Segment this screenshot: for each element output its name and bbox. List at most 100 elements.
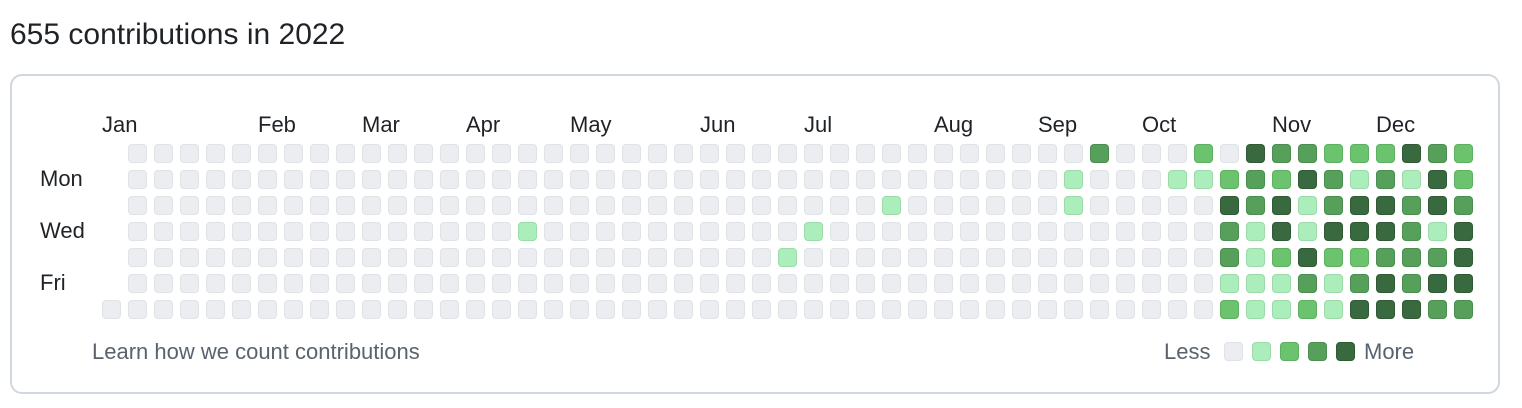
contribution-day-cell[interactable] xyxy=(804,170,823,189)
contribution-day-cell[interactable] xyxy=(778,196,797,215)
contribution-day-cell[interactable] xyxy=(284,196,303,215)
contribution-day-cell[interactable] xyxy=(934,300,953,319)
contribution-day-cell[interactable] xyxy=(622,144,641,163)
contribution-day-cell[interactable] xyxy=(1012,196,1031,215)
contribution-day-cell[interactable] xyxy=(1272,144,1291,163)
contribution-day-cell[interactable] xyxy=(882,170,901,189)
contribution-day-cell[interactable] xyxy=(258,222,277,241)
contribution-day-cell[interactable] xyxy=(518,274,537,293)
contribution-day-cell[interactable] xyxy=(1324,170,1343,189)
contribution-day-cell[interactable] xyxy=(232,170,251,189)
contribution-day-cell[interactable] xyxy=(518,248,537,267)
contribution-day-cell[interactable] xyxy=(804,300,823,319)
contribution-day-cell[interactable] xyxy=(284,274,303,293)
contribution-day-cell[interactable] xyxy=(1090,222,1109,241)
contribution-day-cell[interactable] xyxy=(180,248,199,267)
contribution-day-cell[interactable] xyxy=(232,222,251,241)
contribution-day-cell[interactable] xyxy=(908,274,927,293)
contribution-day-cell[interactable] xyxy=(596,196,615,215)
contribution-day-cell[interactable] xyxy=(596,300,615,319)
contribution-day-cell[interactable] xyxy=(986,274,1005,293)
contribution-day-cell[interactable] xyxy=(856,170,875,189)
contribution-day-cell[interactable] xyxy=(388,144,407,163)
contribution-day-cell[interactable] xyxy=(882,274,901,293)
contribution-day-cell[interactable] xyxy=(700,274,719,293)
contribution-day-cell[interactable] xyxy=(1298,222,1317,241)
contribution-day-cell[interactable] xyxy=(440,144,459,163)
contribution-day-cell[interactable] xyxy=(1064,300,1083,319)
contribution-day-cell[interactable] xyxy=(1376,222,1395,241)
contribution-day-cell[interactable] xyxy=(362,300,381,319)
contribution-day-cell[interactable] xyxy=(336,144,355,163)
contribution-day-cell[interactable] xyxy=(1402,248,1421,267)
contribution-day-cell[interactable] xyxy=(310,170,329,189)
contribution-day-cell[interactable] xyxy=(154,274,173,293)
contribution-day-cell[interactable] xyxy=(128,170,147,189)
contribution-day-cell[interactable] xyxy=(466,170,485,189)
contribution-day-cell[interactable] xyxy=(388,248,407,267)
learn-how-we-count-link[interactable]: Learn how we count contributions xyxy=(92,339,420,365)
contribution-day-cell[interactable] xyxy=(960,248,979,267)
contribution-day-cell[interactable] xyxy=(128,222,147,241)
contribution-day-cell[interactable] xyxy=(674,300,693,319)
contribution-day-cell[interactable] xyxy=(544,248,563,267)
contribution-day-cell[interactable] xyxy=(986,248,1005,267)
contribution-day-cell[interactable] xyxy=(258,196,277,215)
contribution-day-cell[interactable] xyxy=(778,170,797,189)
contribution-day-cell[interactable] xyxy=(1064,196,1083,215)
contribution-day-cell[interactable] xyxy=(1376,170,1395,189)
contribution-day-cell[interactable] xyxy=(596,222,615,241)
contribution-day-cell[interactable] xyxy=(700,170,719,189)
contribution-day-cell[interactable] xyxy=(1038,170,1057,189)
contribution-day-cell[interactable] xyxy=(882,144,901,163)
contribution-day-cell[interactable] xyxy=(804,196,823,215)
contribution-day-cell[interactable] xyxy=(674,222,693,241)
contribution-day-cell[interactable] xyxy=(154,300,173,319)
contribution-day-cell[interactable] xyxy=(258,274,277,293)
contribution-day-cell[interactable] xyxy=(830,274,849,293)
contribution-day-cell[interactable] xyxy=(362,222,381,241)
contribution-day-cell[interactable] xyxy=(1246,170,1265,189)
contribution-day-cell[interactable] xyxy=(726,196,745,215)
contribution-day-cell[interactable] xyxy=(206,170,225,189)
contribution-day-cell[interactable] xyxy=(1194,170,1213,189)
contribution-day-cell[interactable] xyxy=(908,248,927,267)
contribution-day-cell[interactable] xyxy=(1116,274,1135,293)
contribution-day-cell[interactable] xyxy=(128,300,147,319)
contribution-day-cell[interactable] xyxy=(1142,170,1161,189)
contribution-day-cell[interactable] xyxy=(206,274,225,293)
contribution-day-cell[interactable] xyxy=(1298,170,1317,189)
contribution-day-cell[interactable] xyxy=(830,222,849,241)
contribution-day-cell[interactable] xyxy=(154,196,173,215)
contribution-day-cell[interactable] xyxy=(804,144,823,163)
contribution-day-cell[interactable] xyxy=(258,300,277,319)
contribution-day-cell[interactable] xyxy=(1246,274,1265,293)
contribution-day-cell[interactable] xyxy=(934,144,953,163)
contribution-day-cell[interactable] xyxy=(1454,196,1473,215)
contribution-day-cell[interactable] xyxy=(1272,300,1291,319)
contribution-day-cell[interactable] xyxy=(492,144,511,163)
contribution-day-cell[interactable] xyxy=(310,222,329,241)
contribution-day-cell[interactable] xyxy=(1402,300,1421,319)
contribution-day-cell[interactable] xyxy=(232,196,251,215)
contribution-day-cell[interactable] xyxy=(492,274,511,293)
contribution-day-cell[interactable] xyxy=(882,222,901,241)
contribution-day-cell[interactable] xyxy=(414,300,433,319)
contribution-day-cell[interactable] xyxy=(1220,300,1239,319)
contribution-day-cell[interactable] xyxy=(1324,300,1343,319)
contribution-day-cell[interactable] xyxy=(1428,274,1447,293)
contribution-day-cell[interactable] xyxy=(596,170,615,189)
contribution-day-cell[interactable] xyxy=(1350,170,1369,189)
contribution-day-cell[interactable] xyxy=(570,300,589,319)
contribution-day-cell[interactable] xyxy=(1194,196,1213,215)
contribution-day-cell[interactable] xyxy=(1168,300,1187,319)
contribution-day-cell[interactable] xyxy=(1090,196,1109,215)
contribution-day-cell[interactable] xyxy=(700,196,719,215)
contribution-day-cell[interactable] xyxy=(258,170,277,189)
contribution-day-cell[interactable] xyxy=(856,144,875,163)
contribution-day-cell[interactable] xyxy=(1272,274,1291,293)
contribution-day-cell[interactable] xyxy=(206,300,225,319)
contribution-day-cell[interactable] xyxy=(1272,170,1291,189)
contribution-day-cell[interactable] xyxy=(622,196,641,215)
contribution-day-cell[interactable] xyxy=(1064,248,1083,267)
